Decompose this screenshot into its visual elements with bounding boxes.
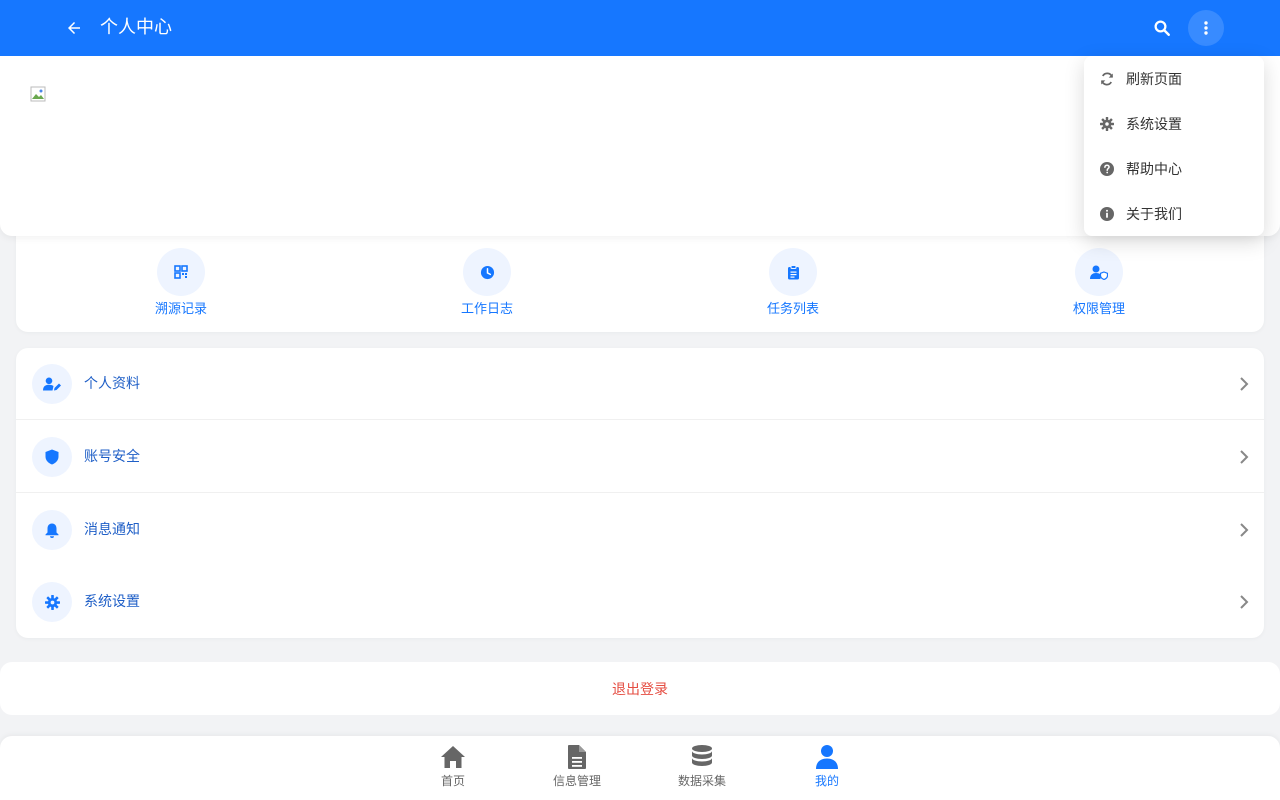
clipboard-icon xyxy=(787,264,799,279)
chevron-right-icon xyxy=(1240,595,1249,609)
dropdown-item-label: 系统设置 xyxy=(1126,116,1182,133)
database-icon xyxy=(692,745,712,766)
user-edit-icon xyxy=(43,377,61,390)
menu-item-label: 消息通知 xyxy=(84,522,140,538)
search-icon xyxy=(1154,20,1170,36)
settings-menu-list: 个人资料 账号安全 消息通知 系统设置 xyxy=(16,348,1264,638)
page-title: 个人中心 xyxy=(100,17,172,38)
nav-item-info-management[interactable]: 信息管理 xyxy=(532,744,622,788)
quick-action-trace-records[interactable]: 溯源记录 xyxy=(121,248,241,318)
user-shield-icon xyxy=(1090,265,1108,280)
back-button[interactable] xyxy=(62,16,86,40)
dropdown-item-label: 刷新页面 xyxy=(1126,71,1182,88)
menu-item-label: 账号安全 xyxy=(84,448,140,465)
dropdown-item-system-settings[interactable]: 系统设置 xyxy=(1084,101,1264,146)
dropdown-item-help-center[interactable]: 帮助中心 xyxy=(1084,146,1264,191)
quick-actions-card: 溯源记录 工作日志 任务列表 权限管理 xyxy=(16,226,1264,332)
menu-item-notifications[interactable]: 消息通知 xyxy=(16,494,1264,566)
dropdown-item-refresh[interactable]: 刷新页面 xyxy=(1084,56,1264,101)
clock-icon xyxy=(480,265,494,279)
dropdown-item-label: 关于我们 xyxy=(1126,206,1182,223)
nav-item-label: 首页 xyxy=(440,774,465,788)
bottom-navigation: 首页 信息管理 数据采集 我的 xyxy=(0,736,1280,800)
menu-item-account-security[interactable]: 账号安全 xyxy=(16,421,1264,493)
more-options-dropdown: 刷新页面 系统设置 帮助中心 关于我们 xyxy=(1084,56,1264,236)
dropdown-item-about-us[interactable]: 关于我们 xyxy=(1084,191,1264,236)
qrcode-icon xyxy=(174,265,188,279)
quick-action-label: 工作日志 xyxy=(460,302,513,317)
nav-item-mine[interactable]: 我的 xyxy=(782,744,872,788)
nav-item-label: 我的 xyxy=(814,774,839,788)
arrow-left-icon xyxy=(68,22,80,34)
chevron-right-icon xyxy=(1240,449,1249,464)
shield-icon xyxy=(45,449,59,464)
gear-icon xyxy=(1100,116,1114,131)
quick-action-work-log[interactable]: 工作日志 xyxy=(427,248,547,318)
nav-item-label: 信息管理 xyxy=(552,774,601,788)
user-icon xyxy=(816,745,838,769)
quick-action-label: 权限管理 xyxy=(1072,302,1125,317)
avatar-image-broken-icon xyxy=(30,86,46,102)
quick-action-task-list[interactable]: 任务列表 xyxy=(733,248,853,318)
more-options-button[interactable] xyxy=(1188,10,1224,46)
menu-item-profile[interactable]: 个人资料 xyxy=(16,348,1264,420)
quick-action-label: 溯源记录 xyxy=(154,302,207,317)
chevron-right-icon xyxy=(1240,376,1249,391)
nav-item-home[interactable]: 首页 xyxy=(408,744,498,788)
home-icon xyxy=(441,746,465,768)
logout-button[interactable]: 退出登录 xyxy=(0,662,1280,715)
search-button[interactable] xyxy=(1148,14,1176,42)
gear-icon xyxy=(44,594,60,610)
bell-icon xyxy=(45,523,59,538)
menu-item-system-settings[interactable]: 系统设置 xyxy=(16,566,1264,638)
nav-item-label: 数据采集 xyxy=(677,774,726,788)
quick-action-permissions[interactable]: 权限管理 xyxy=(1039,248,1159,318)
nav-item-data-collection[interactable]: 数据采集 xyxy=(657,744,747,788)
more-vertical-icon xyxy=(1204,21,1208,35)
question-circle-icon xyxy=(1100,161,1114,176)
refresh-icon xyxy=(1101,71,1113,86)
info-circle-icon xyxy=(1100,206,1114,221)
document-icon xyxy=(568,745,586,769)
menu-item-label: 个人资料 xyxy=(84,375,140,392)
app-header: 个人中心 xyxy=(0,0,1280,56)
dropdown-item-label: 帮助中心 xyxy=(1126,161,1182,178)
chevron-right-icon xyxy=(1240,523,1249,537)
quick-action-label: 任务列表 xyxy=(766,302,819,317)
menu-item-label: 系统设置 xyxy=(84,594,140,610)
